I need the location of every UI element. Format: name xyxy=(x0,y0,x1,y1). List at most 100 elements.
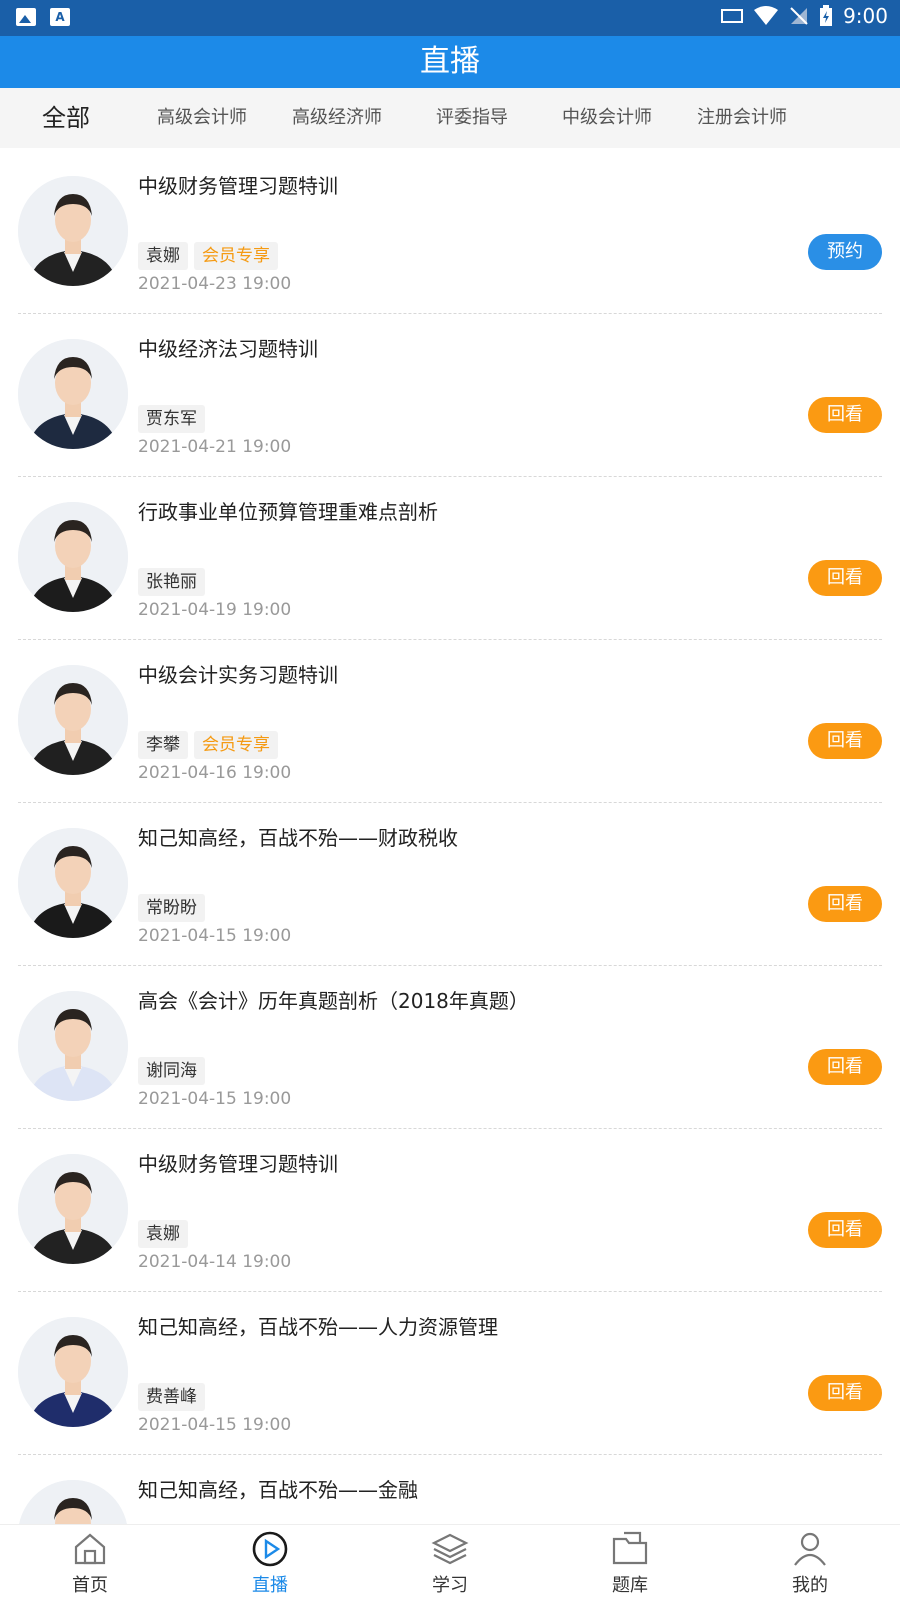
tab-judge-guidance[interactable]: 评委指导 xyxy=(436,88,508,148)
category-tabs: 全部 高级会计师 高级经济师 评委指导 中级会计师 注册会计师 xyxy=(0,88,900,148)
tab-intermediate-accountant[interactable]: 中级会计师 xyxy=(562,88,652,148)
live-date: 2021-04-21 19:00 xyxy=(138,437,292,457)
teacher-name-tag: 贾东军 xyxy=(138,405,205,433)
tab-cpa[interactable]: 注册会计师 xyxy=(697,88,787,148)
teacher-photo-icon xyxy=(18,991,128,1101)
user-icon xyxy=(794,1532,826,1566)
teacher-photo-icon xyxy=(18,665,128,775)
nav-home[interactable]: 首页 xyxy=(30,1525,150,1600)
teacher-avatar xyxy=(18,1480,128,1524)
reserve-button[interactable]: 预约 xyxy=(808,234,882,270)
nav-study[interactable]: 学习 xyxy=(390,1525,510,1600)
replay-button[interactable]: 回看 xyxy=(808,560,882,596)
teacher-photo-icon xyxy=(18,828,128,938)
tag-row: 贾东军 xyxy=(138,405,205,433)
live-date: 2021-04-16 19:00 xyxy=(138,763,292,783)
status-bar: A 9:00 xyxy=(0,0,900,36)
tag-row: 常盼盼 xyxy=(138,894,205,922)
live-title: 中级财务管理习题特训 xyxy=(138,1152,338,1176)
teacher-name-tag: 张艳丽 xyxy=(138,568,205,596)
teacher-photo-icon xyxy=(18,502,128,612)
live-list-item[interactable]: 知己知高经，百战不殆——人力资源管理费善峰 2021-04-15 19:00 回看 xyxy=(18,1289,882,1455)
cast-icon xyxy=(721,9,744,23)
status-time: 9:00 xyxy=(843,4,888,28)
live-title: 中级会计实务习题特训 xyxy=(138,663,338,687)
teacher-name-tag: 袁娜 xyxy=(138,242,188,270)
live-date: 2021-04-23 19:00 xyxy=(138,274,292,294)
live-list-item[interactable]: 知己知高经，百战不殆——金融 xyxy=(18,1452,882,1524)
a-notification-icon: A xyxy=(50,8,70,26)
teacher-avatar xyxy=(18,1154,128,1264)
live-list-item[interactable]: 知己知高经，百战不殆——财政税收常盼盼 2021-04-15 19:00 回看 xyxy=(18,800,882,966)
nav-mine[interactable]: 我的 xyxy=(750,1525,870,1600)
live-title: 知己知高经，百战不殆——财政税收 xyxy=(138,826,458,850)
live-date: 2021-04-15 19:00 xyxy=(138,1415,292,1435)
page-title: 直播 xyxy=(0,36,900,88)
live-date: 2021-04-15 19:00 xyxy=(138,1089,292,1109)
teacher-avatar xyxy=(18,828,128,938)
live-title: 行政事业单位预算管理重难点剖析 xyxy=(138,500,438,524)
tag-row: 李攀 会员专享 xyxy=(138,731,278,759)
nav-home-label: 首页 xyxy=(72,1575,108,1596)
live-title: 高会《会计》历年真题剖析（2018年真题） xyxy=(138,989,529,1013)
battery-icon xyxy=(820,5,833,26)
teacher-name-tag: 费善峰 xyxy=(138,1383,205,1411)
home-icon xyxy=(74,1533,106,1565)
teacher-name-tag: 袁娜 xyxy=(138,1220,188,1248)
replay-button[interactable]: 回看 xyxy=(808,886,882,922)
replay-button[interactable]: 回看 xyxy=(808,397,882,433)
teacher-avatar xyxy=(18,665,128,775)
tag-row: 张艳丽 xyxy=(138,568,205,596)
live-date: 2021-04-19 19:00 xyxy=(138,600,292,620)
tab-senior-accountant[interactable]: 高级会计师 xyxy=(157,88,247,148)
live-list-item[interactable]: 高会《会计》历年真题剖析（2018年真题） 谢同海 2021-04-15 19:00… xyxy=(18,963,882,1129)
live-date: 2021-04-15 19:00 xyxy=(138,926,292,946)
nav-live-label: 直播 xyxy=(252,1575,288,1596)
live-title: 中级财务管理习题特训 xyxy=(138,174,338,198)
live-list-item[interactable]: 行政事业单位预算管理重难点剖析张艳丽 2021-04-19 19:00 回看 xyxy=(18,474,882,640)
layers-icon xyxy=(431,1533,469,1565)
live-title: 知己知高经，百战不殆——金融 xyxy=(138,1478,418,1502)
live-title: 中级经济法习题特训 xyxy=(138,337,318,361)
live-list: 中级财务管理习题特训 袁娜 会员专享 2021-04-23 19:00 预约 中级经济法习… xyxy=(0,148,900,1524)
live-title: 知己知高经，百战不殆——人力资源管理 xyxy=(138,1315,498,1339)
nav-live[interactable]: 直播 xyxy=(210,1525,330,1600)
teacher-avatar xyxy=(18,1317,128,1427)
nav-question-bank-label: 题库 xyxy=(612,1575,648,1596)
nav-mine-label: 我的 xyxy=(792,1575,828,1596)
replay-button[interactable]: 回看 xyxy=(808,1375,882,1411)
live-list-item[interactable]: 中级经济法习题特训贾东军 2021-04-21 19:00 回看 xyxy=(18,311,882,477)
bottom-nav: 首页 直播 学习 题库 我的 xyxy=(0,1524,900,1600)
teacher-photo-icon xyxy=(18,176,128,286)
replay-button[interactable]: 回看 xyxy=(808,723,882,759)
tag-row: 费善峰 xyxy=(138,1383,205,1411)
teacher-avatar xyxy=(18,339,128,449)
live-list-item[interactable]: 中级财务管理习题特训袁娜 会员专享 2021-04-23 19:00 预约 xyxy=(18,148,882,314)
teacher-name-tag: 谢同海 xyxy=(138,1057,205,1085)
teacher-name-tag: 李攀 xyxy=(138,731,188,759)
teacher-photo-icon xyxy=(18,1317,128,1427)
tag-row: 袁娜 会员专享 xyxy=(138,242,278,270)
nav-question-bank[interactable]: 题库 xyxy=(570,1525,690,1600)
live-date: 2021-04-14 19:00 xyxy=(138,1252,292,1272)
wifi-icon xyxy=(754,6,779,25)
tab-all[interactable]: 全部 xyxy=(42,88,90,148)
live-list-item[interactable]: 中级财务管理习题特训袁娜 2021-04-14 19:00 回看 xyxy=(18,1126,882,1292)
nav-study-label: 学习 xyxy=(432,1575,468,1596)
replay-button[interactable]: 回看 xyxy=(808,1212,882,1248)
replay-button[interactable]: 回看 xyxy=(808,1049,882,1085)
tab-senior-economist[interactable]: 高级经济师 xyxy=(292,88,382,148)
vip-badge: 会员专享 xyxy=(194,731,278,759)
signal-icon xyxy=(790,7,808,25)
live-list-item[interactable]: 中级会计实务习题特训李攀 会员专享 2021-04-16 19:00 回看 xyxy=(18,637,882,803)
teacher-name-tag: 常盼盼 xyxy=(138,894,205,922)
teacher-photo-icon xyxy=(18,1480,128,1524)
teacher-avatar xyxy=(18,176,128,286)
live-play-icon xyxy=(252,1531,288,1567)
image-notification-icon xyxy=(16,8,36,26)
teacher-avatar xyxy=(18,502,128,612)
teacher-photo-icon xyxy=(18,339,128,449)
tag-row: 袁娜 xyxy=(138,1220,188,1248)
folder-icon xyxy=(612,1531,648,1565)
tag-row: 谢同海 xyxy=(138,1057,205,1085)
